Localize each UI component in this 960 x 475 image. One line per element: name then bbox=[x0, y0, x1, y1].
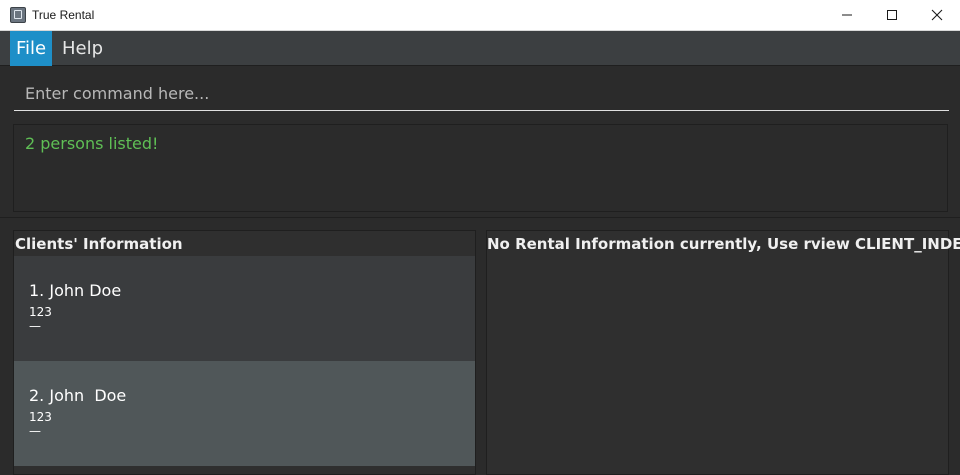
client-extra: — bbox=[29, 319, 41, 333]
minimize-button[interactable] bbox=[824, 0, 870, 30]
client-phone: 123 bbox=[29, 410, 52, 424]
close-button[interactable] bbox=[914, 0, 960, 30]
window-titlebar: True Rental bbox=[0, 0, 960, 31]
rental-panel: No Rental Information currently, Use rvi… bbox=[486, 230, 960, 475]
maximize-icon bbox=[887, 10, 897, 20]
maximize-button[interactable] bbox=[869, 0, 915, 30]
client-phone: 123 bbox=[29, 305, 52, 319]
minimize-icon bbox=[842, 14, 852, 16]
window-title: True Rental bbox=[32, 8, 95, 22]
client-extra: — bbox=[29, 424, 41, 438]
result-display: 2 persons listed! bbox=[13, 124, 948, 212]
rental-header: No Rental Information currently, Use rvi… bbox=[487, 235, 960, 253]
client-card[interactable]: 1. John Doe 123 — bbox=[14, 256, 475, 361]
menu-help[interactable]: Help bbox=[52, 31, 113, 66]
client-name: 1. John Doe bbox=[29, 281, 122, 300]
menu-bar: File Help bbox=[0, 31, 960, 66]
clients-panel: Clients' Information 1. John Doe 123 — 2… bbox=[13, 230, 476, 475]
section-divider bbox=[0, 217, 960, 218]
app-icon bbox=[10, 7, 26, 23]
result-message: 2 persons listed! bbox=[25, 134, 159, 153]
close-icon bbox=[931, 9, 943, 21]
command-input[interactable] bbox=[14, 77, 949, 109]
command-area bbox=[0, 66, 960, 118]
client-card-selected[interactable]: 2. John Doe 123 — bbox=[14, 361, 475, 466]
command-box bbox=[14, 77, 949, 111]
client-name: 2. John Doe bbox=[29, 386, 127, 405]
menu-file[interactable]: File bbox=[10, 31, 52, 66]
clients-header: Clients' Information bbox=[15, 235, 183, 253]
